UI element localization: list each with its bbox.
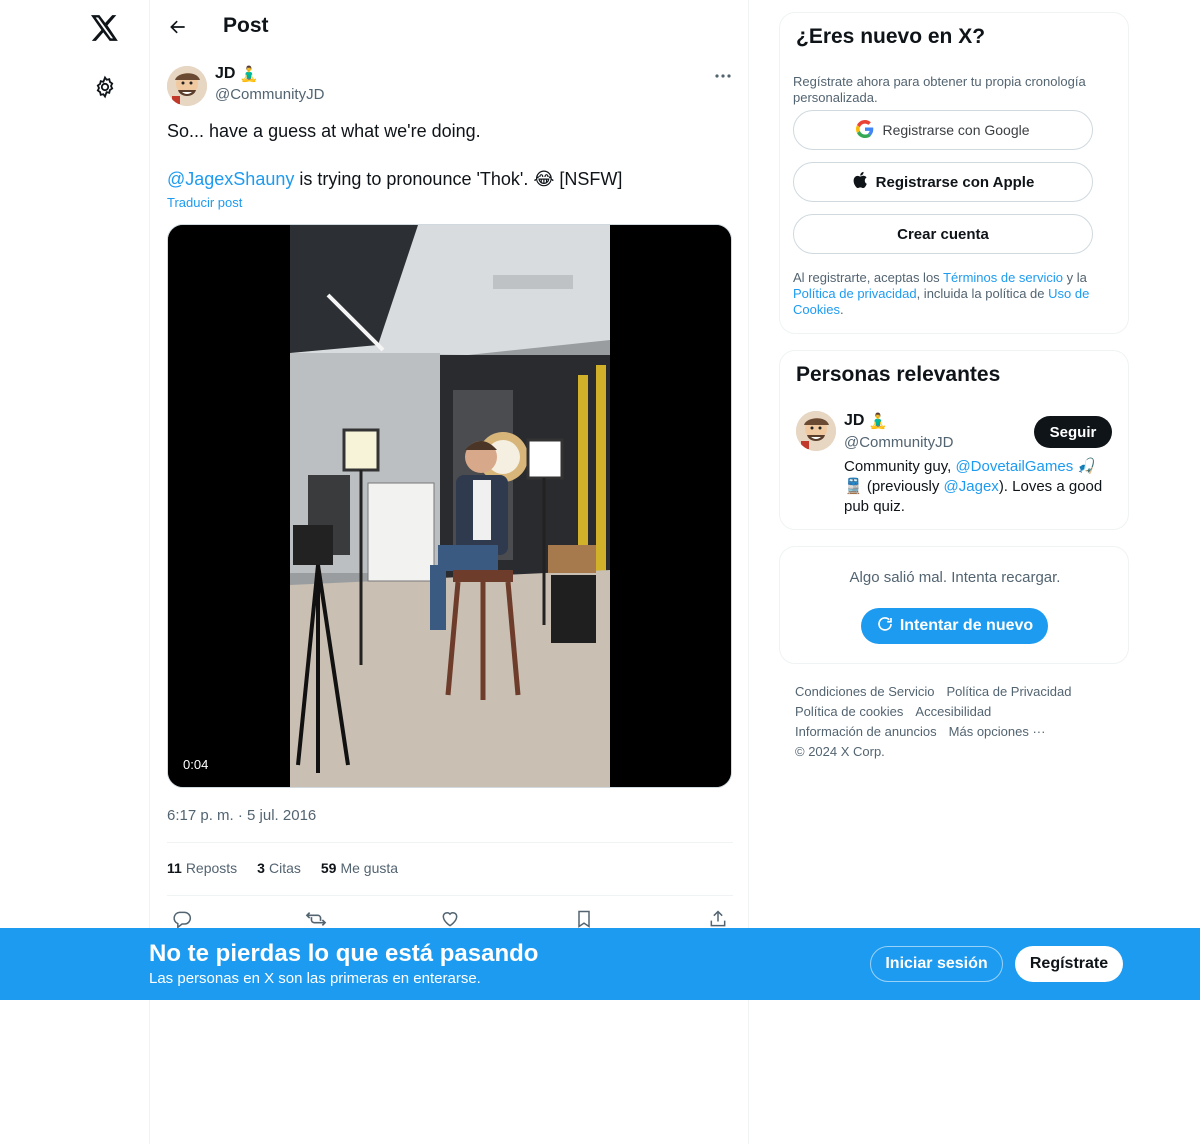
video-player[interactable]: 0:04 (167, 224, 732, 788)
legal-mid2: , incluida la política de (916, 286, 1049, 301)
retry-label: Intentar de nuevo (899, 617, 1034, 634)
bio-prefix: Community guy, (844, 458, 956, 475)
bio-mention-dovetail[interactable]: @DovetailGames (955, 458, 1073, 475)
mention-link[interactable]: @JagexShauny (167, 169, 294, 189)
signup-title: ¿Eres nuevo en X? (796, 25, 986, 48)
divider (167, 842, 733, 843)
post-author: JD 🧘‍♂ @CommunityJD (167, 64, 733, 108)
footer-links: Condiciones de Servicio Política de Priv… (795, 682, 1115, 762)
create-account-label: Crear cuenta (897, 225, 989, 243)
legal-mid1: y la (1063, 270, 1087, 285)
arrow-left-icon[interactable] (164, 13, 192, 41)
stat-reposts[interactable]: 11 Reposts (167, 860, 237, 876)
post-text-line1: So... have a guess at what we're doing. (167, 121, 481, 141)
privacy-link[interactable]: Política de privacidad (793, 286, 917, 301)
stat-likes[interactable]: 59 Me gusta (321, 860, 398, 876)
apple-signup-button[interactable]: Registrarse con Apple (793, 162, 1093, 202)
stat-reposts-count: 11 (167, 860, 182, 876)
stat-quotes-count: 3 (257, 860, 265, 876)
banner-subtitle: Las personas en X son las primeras en en… (149, 970, 481, 987)
video-frame (168, 225, 731, 787)
translate-post-link[interactable]: Traducir post (167, 195, 242, 210)
relevant-user-bio: Community guy, @DovetailGames 🎣🚆 (previo… (844, 457, 1114, 517)
footer-link-accessibility[interactable]: Accesibilidad (915, 702, 991, 722)
footer-link-terms[interactable]: Condiciones de Servicio (795, 682, 934, 702)
page-title: Post (223, 14, 269, 37)
more-options-icon[interactable] (713, 66, 733, 86)
bottom-banner: No te pierdas lo que está pasando Las pe… (0, 928, 1200, 1000)
apple-icon (852, 171, 868, 193)
bio-mention-jagex[interactable]: @Jagex (944, 478, 999, 495)
post-timestamp[interactable]: 6:17 p. m. · 5 jul. 2016 (167, 807, 316, 824)
signup-legal-text: Al registrarte, aceptas los Términos de … (793, 270, 1113, 318)
stat-likes-label: Me gusta (340, 860, 399, 876)
create-account-button[interactable]: Crear cuenta (793, 214, 1093, 254)
footer-link-ads-info[interactable]: Información de anuncios (795, 722, 937, 742)
relevant-people-card: Personas relevantes JD 🧘‍♂ @CommunityJD … (779, 350, 1129, 530)
stat-likes-count: 59 (320, 860, 337, 876)
signup-card: ¿Eres nuevo en X? Regístrate ahora para … (779, 12, 1129, 334)
post-stats: 11 Reposts 3 Citas 59 Me gusta (167, 860, 398, 876)
post-header: Post (150, 0, 750, 54)
avatar[interactable] (167, 66, 207, 106)
relevant-user-handle[interactable]: @CommunityJD (844, 434, 953, 451)
stat-quotes-label: Citas (268, 860, 301, 876)
terms-link[interactable]: Términos de servicio (943, 270, 1063, 285)
relevant-name-text: JD (844, 412, 865, 429)
gear-icon[interactable] (90, 72, 120, 102)
x-logo-icon[interactable] (88, 11, 122, 45)
divider (167, 895, 733, 896)
author-emoji: 🧘‍♂ (239, 66, 259, 83)
google-signup-label: Registrarse con Google (882, 122, 1030, 138)
author-name[interactable]: JD 🧘‍♂ (215, 65, 258, 83)
banner-title: No te pierdas lo que está pasando (149, 940, 539, 967)
legal-prefix: Al registrarte, aceptas los (793, 270, 944, 285)
post-text: So... have a guess at what we're doing. … (167, 119, 733, 191)
footer-link-more-options[interactable]: Más opciones ··· (949, 722, 1046, 742)
follow-button[interactable]: Seguir (1034, 416, 1112, 448)
signup-subtitle: Regístrate ahora para obtener tu propia … (793, 74, 1086, 105)
register-button[interactable]: Regístrate (1015, 946, 1123, 982)
legal-suffix: . (839, 302, 844, 317)
refresh-icon (876, 615, 894, 638)
relevant-user-name[interactable]: JD 🧘‍♂ (844, 412, 887, 430)
avatar[interactable] (796, 411, 836, 451)
google-signup-button[interactable]: Registrarse con Google (793, 110, 1093, 150)
error-message: Algo salió mal. Intenta recargar. (849, 569, 1061, 586)
retry-button[interactable]: Intentar de nuevo (861, 608, 1048, 644)
google-icon (856, 119, 874, 141)
footer-copyright: © 2024 X Corp. (795, 744, 885, 759)
stat-reposts-label: Reposts (185, 860, 238, 876)
apple-signup-label: Registrarse con Apple (875, 173, 1035, 191)
author-handle[interactable]: @CommunityJD (215, 86, 324, 103)
relevant-title: Personas relevantes (796, 363, 1001, 386)
post-text-line2: @JagexShauny is trying to pronounce 'Tho… (167, 167, 733, 191)
relevant-emoji: 🧘‍♂ (868, 413, 888, 430)
stat-quotes[interactable]: 3 Citas (257, 860, 301, 876)
footer-link-cookies[interactable]: Política de cookies (795, 702, 903, 722)
author-name-text: JD (215, 65, 236, 82)
post-text-line2-rest: is trying to pronounce 'Thok'. 😂 [NSFW] (294, 169, 623, 189)
video-duration: 0:04 (178, 756, 214, 773)
login-button[interactable]: Iniciar sesión (870, 946, 1003, 982)
footer-link-privacy[interactable]: Política de Privacidad (946, 682, 1071, 702)
error-card: Algo salió mal. Intenta recargar. Intent… (779, 546, 1129, 664)
